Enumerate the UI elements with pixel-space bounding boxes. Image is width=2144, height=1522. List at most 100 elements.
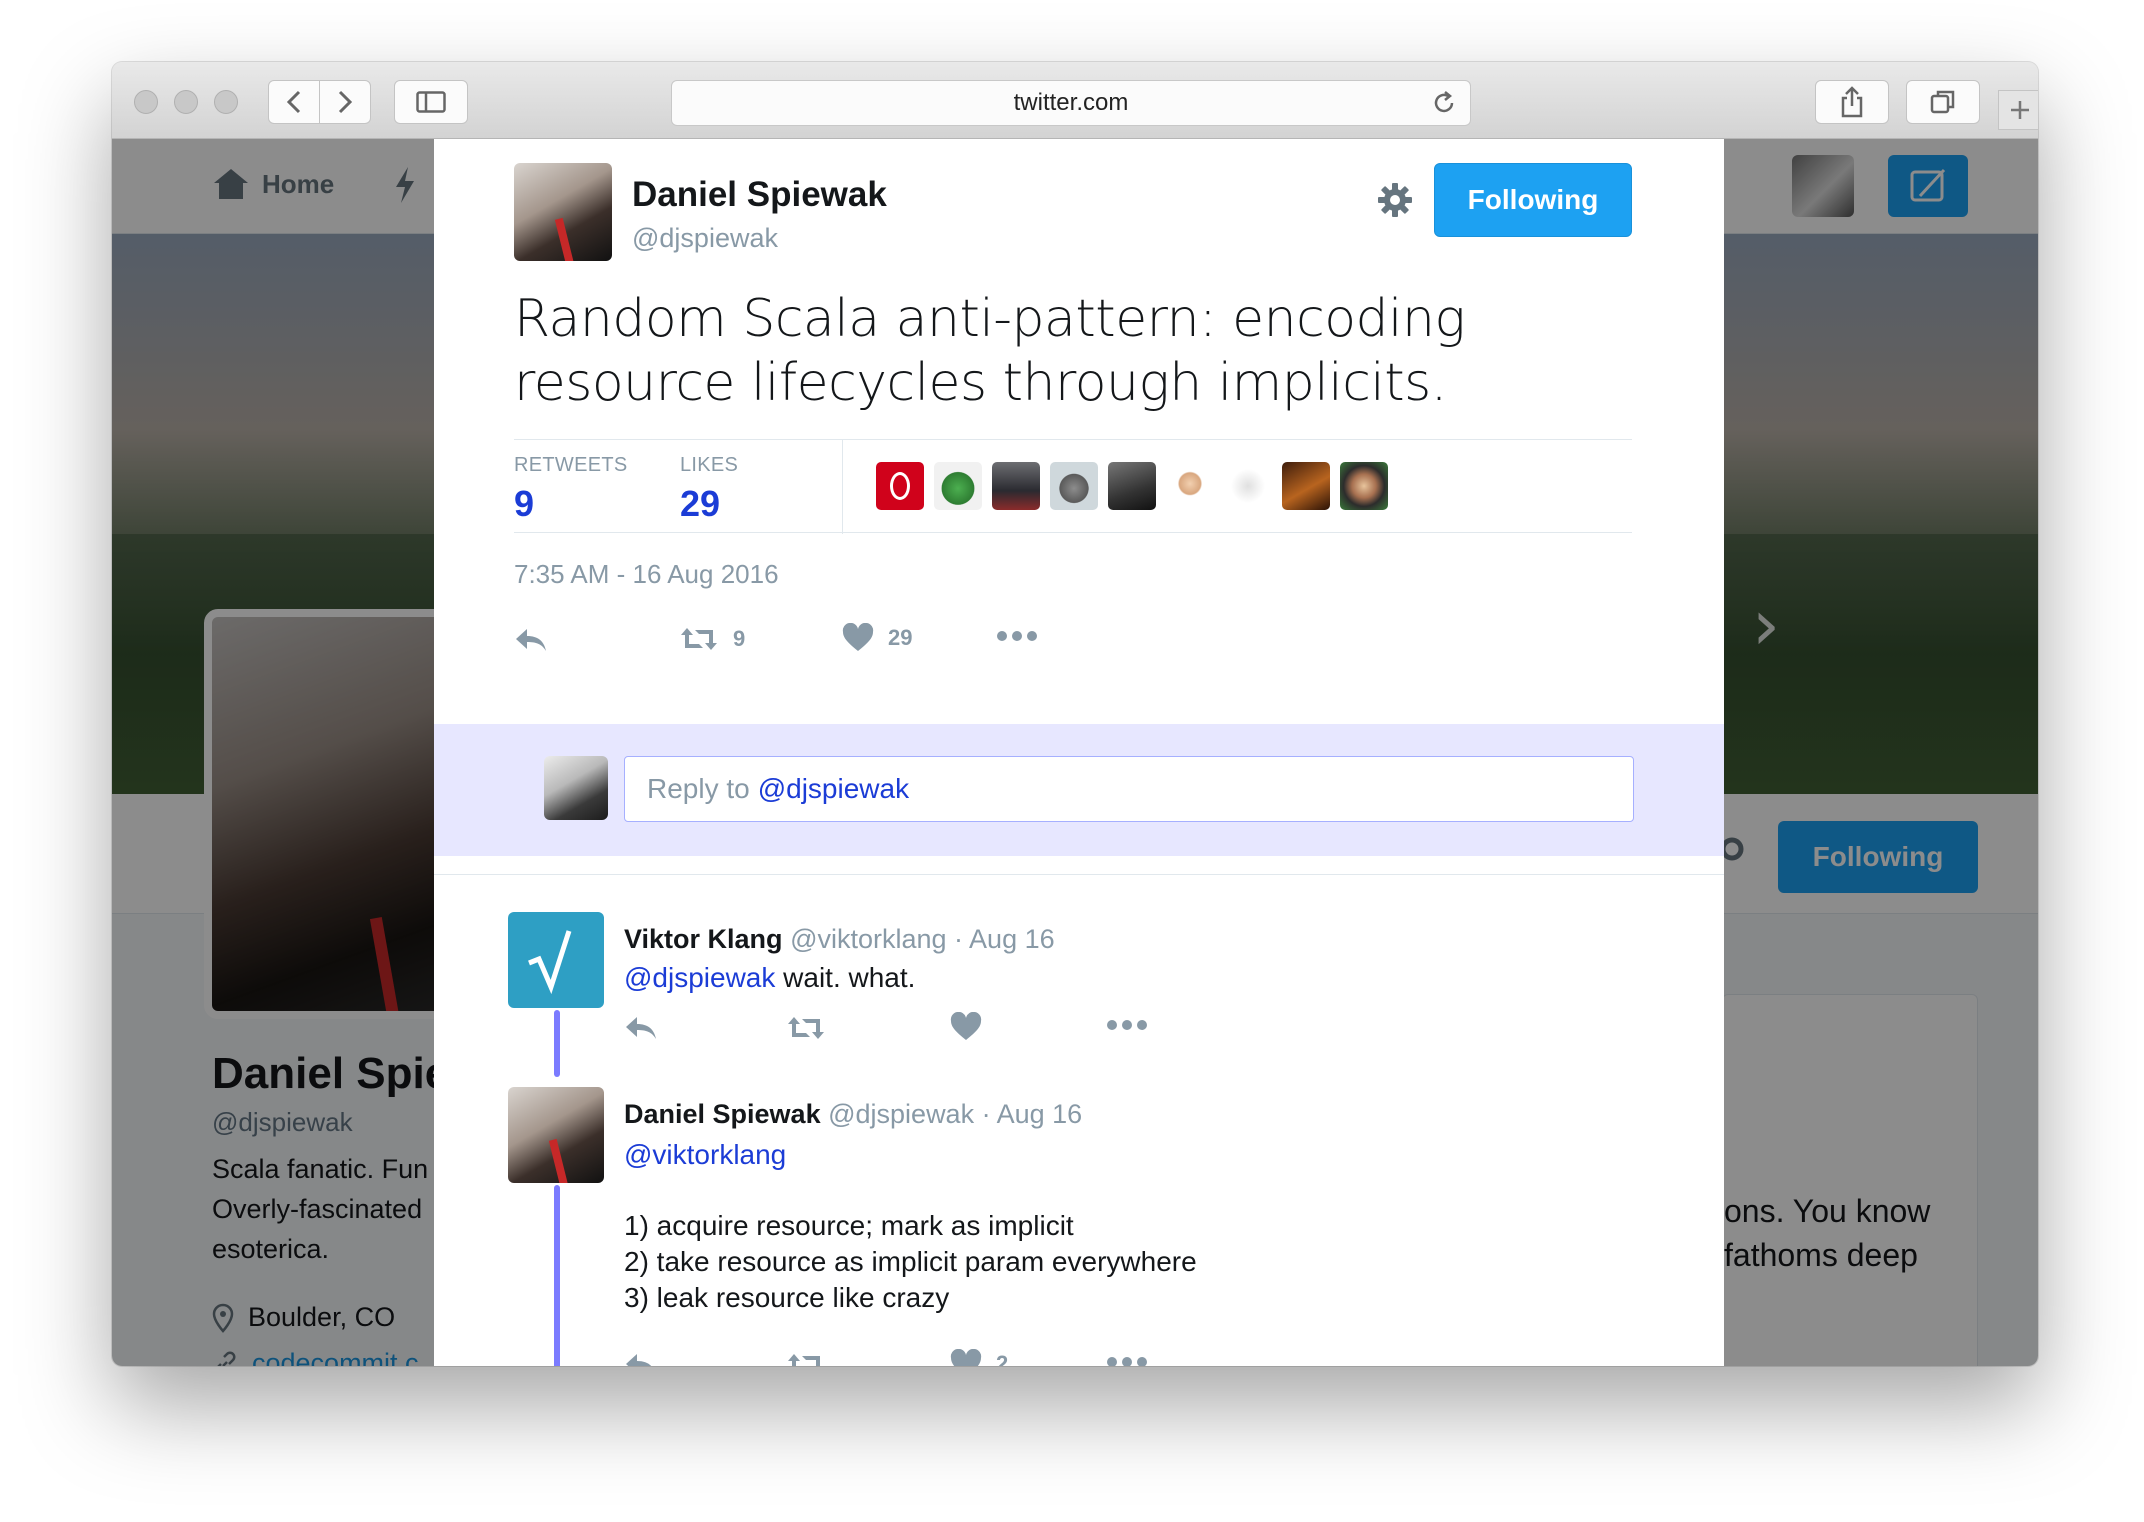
like-action[interactable]: 29	[842, 623, 912, 653]
reply-action[interactable]	[624, 1015, 658, 1041]
reply-author-name[interactable]: Daniel Spiewak	[624, 1099, 821, 1129]
author-avatar[interactable]	[514, 163, 612, 261]
reply-text-body: wait. what.	[775, 962, 916, 993]
reply-mention[interactable]: @djspiewak	[624, 962, 775, 993]
reply-input[interactable]: Reply to @djspiewak	[624, 756, 1634, 822]
reply-header: Viktor Klang @viktorklang · Aug 16	[624, 924, 1055, 955]
likes-label: LIKES	[680, 454, 739, 476]
more-dots-icon	[1107, 1020, 1147, 1030]
reply-author-name[interactable]: Viktor Klang	[624, 924, 783, 954]
reply-header: Daniel Spiewak @djspiewak · Aug 16	[624, 1099, 1082, 1130]
more-action[interactable]	[1106, 1018, 1148, 1032]
viktor-avatar[interactable]	[508, 912, 604, 1008]
liker-avatar[interactable]	[1282, 462, 1330, 510]
sidebar-icon	[416, 91, 446, 113]
zoom-window-button[interactable]	[214, 90, 238, 114]
sqrt-logo-icon	[528, 930, 572, 995]
retweet-action[interactable]: 9	[679, 624, 745, 654]
profile-page-background: Home ‹ › Following Daniel Spiewak @djspi…	[112, 139, 2038, 1366]
minimize-window-button[interactable]	[174, 90, 198, 114]
reply-icon	[516, 629, 546, 651]
liker-avatar[interactable]	[1108, 462, 1156, 510]
likes-count: 29	[680, 483, 721, 524]
daniel-avatar[interactable]	[508, 1087, 604, 1183]
reply-placeholder-mention: @djspiewak	[757, 773, 910, 804]
current-user-avatar	[544, 756, 608, 820]
liker-avatar[interactable]	[876, 462, 924, 510]
retweets-count: 9	[514, 483, 535, 524]
forward-button[interactable]	[319, 80, 371, 124]
chevron-right-icon	[338, 90, 353, 114]
liker-avatar[interactable]	[1166, 462, 1214, 510]
like-action[interactable]	[950, 1012, 982, 1042]
reply-compose: Reply to @djspiewak	[434, 724, 1724, 856]
close-window-button[interactable]	[134, 90, 158, 114]
chevron-left-icon	[286, 90, 301, 114]
retweet-icon	[681, 628, 717, 650]
heart-icon	[950, 1349, 982, 1366]
like-action-count: 29	[888, 625, 913, 650]
more-dots-icon	[1107, 1357, 1147, 1366]
reply-icon	[626, 1017, 656, 1039]
reply-icon	[626, 1354, 652, 1366]
more-dots-icon	[997, 631, 1037, 641]
liker-avatar[interactable]	[1224, 462, 1272, 510]
tweet-timestamp[interactable]: 7:35 AM - 16 Aug 2016	[514, 559, 779, 590]
tweet-text: Random Scala anti-pattern: encoding reso…	[514, 289, 1466, 413]
retweets-label: RETWEETS	[514, 454, 628, 476]
back-button[interactable]	[268, 80, 320, 124]
retweet-action-count: 9	[733, 626, 746, 651]
reload-icon[interactable]	[1430, 89, 1458, 117]
author-handle[interactable]: @djspiewak	[632, 223, 778, 254]
reply-text: 1) acquire resource; mark as implicit 2)…	[624, 1208, 1197, 1316]
heart-icon	[842, 623, 874, 651]
tabs-overview-button[interactable]	[1906, 80, 1980, 124]
liker-avatar[interactable]	[1340, 462, 1388, 510]
tweet-stats: RETWEETS 9 LIKES 29	[514, 439, 1632, 534]
browser-toolbar: twitter.com	[112, 62, 2038, 139]
reply-mention-line: @viktorklang	[624, 1137, 786, 1173]
more-action[interactable]	[1106, 1355, 1148, 1366]
reply-placeholder-prefix: Reply to	[647, 773, 750, 804]
reply-action[interactable]	[514, 627, 548, 653]
new-tab-button[interactable]	[1998, 90, 2038, 130]
like-action[interactable]: 2	[950, 1349, 1008, 1366]
replies-divider	[434, 874, 1724, 875]
like-action-count: 2	[996, 1351, 1009, 1366]
tweet-modal: Daniel Spiewak @djspiewak Following Rand…	[434, 139, 1724, 1366]
reply-action[interactable]	[624, 1352, 658, 1366]
retweet-action[interactable]	[786, 1350, 826, 1366]
likes-stat[interactable]: LIKES 29	[680, 454, 738, 525]
heart-icon	[950, 1012, 982, 1040]
tabs-icon	[1930, 90, 1955, 114]
reply-date[interactable]: · Aug 16	[954, 924, 1055, 954]
liker-avatar[interactable]	[992, 462, 1040, 510]
reply-text-line: 3) leak resource like crazy	[624, 1282, 950, 1313]
liker-avatar[interactable]	[934, 462, 982, 510]
liker-avatars	[876, 462, 1388, 510]
gear-icon[interactable]	[1376, 181, 1414, 219]
reply-mention[interactable]: @viktorklang	[624, 1139, 786, 1170]
reply-text-line: 1) acquire resource; mark as implicit	[624, 1210, 1074, 1241]
more-action[interactable]	[996, 629, 1038, 643]
retweet-action[interactable]	[786, 1013, 826, 1043]
thread-connector	[554, 1185, 560, 1366]
retweet-icon	[788, 1354, 820, 1366]
address-bar[interactable]: twitter.com	[671, 80, 1471, 126]
share-icon	[1841, 86, 1863, 118]
url-text: twitter.com	[1013, 89, 1129, 116]
share-button[interactable]	[1815, 80, 1889, 124]
reply-author-handle[interactable]: @viktorklang	[790, 924, 946, 954]
reply-author-handle[interactable]: @djspiewak	[828, 1099, 974, 1129]
reply-date[interactable]: · Aug 16	[982, 1099, 1083, 1129]
reply-text-line: 2) take resource as implicit param every…	[624, 1246, 1197, 1277]
author-name[interactable]: Daniel Spiewak	[632, 175, 887, 215]
plus-icon	[2011, 101, 2029, 119]
following-button[interactable]: Following	[1434, 163, 1632, 237]
retweet-icon	[788, 1017, 824, 1039]
browser-window: twitter.com Home ‹ › F	[112, 62, 2038, 1366]
reply-text: @djspiewak wait. what.	[624, 960, 915, 996]
sidebar-toggle-button[interactable]	[394, 80, 468, 124]
liker-avatar[interactable]	[1050, 462, 1098, 510]
retweets-stat[interactable]: RETWEETS 9	[514, 454, 628, 525]
